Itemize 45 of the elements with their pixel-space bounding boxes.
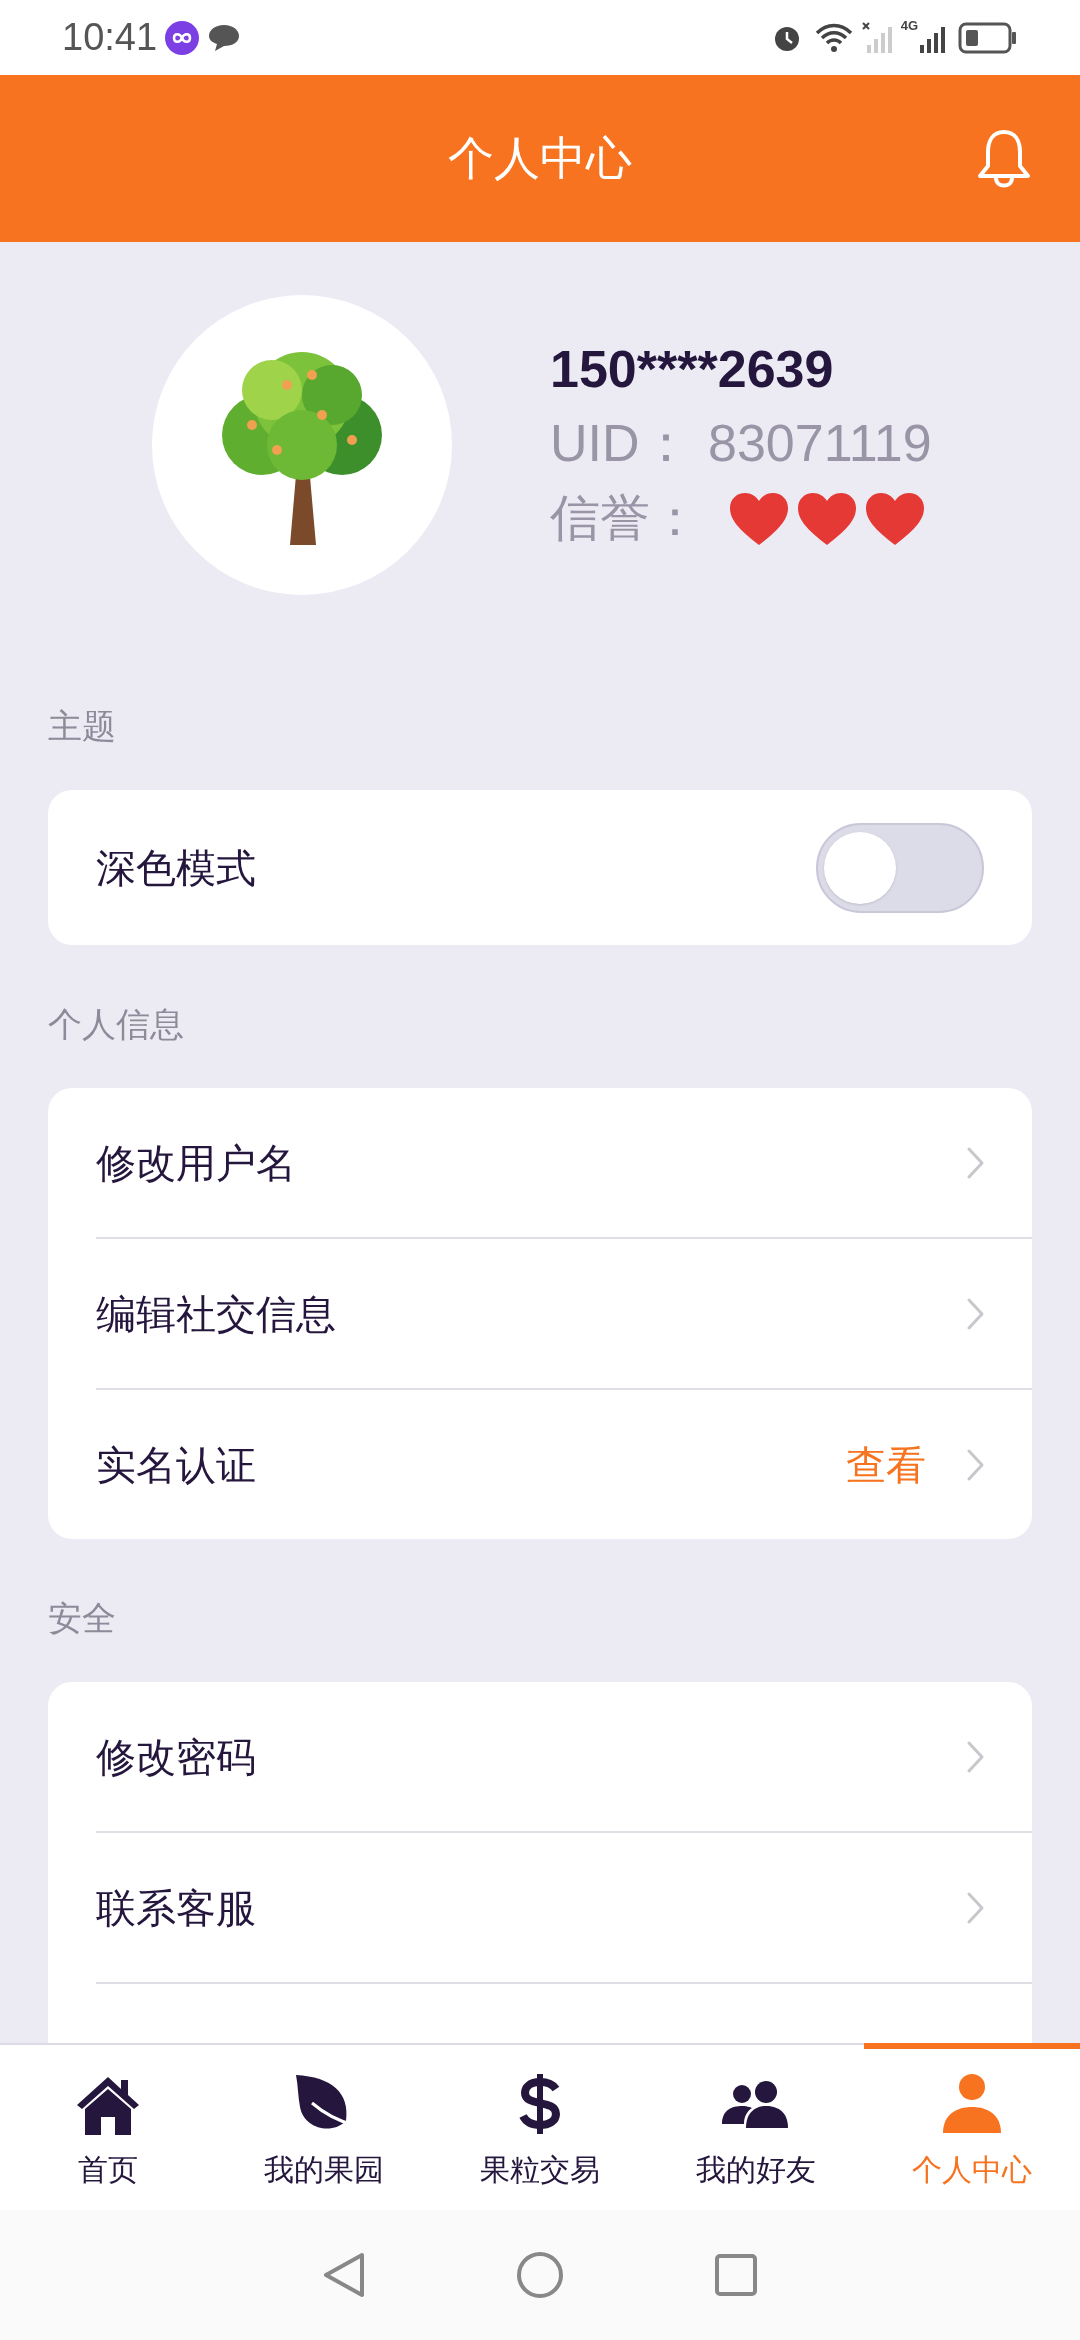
tab-item[interactable]: 果粒交易 — [432, 2043, 648, 2210]
heart-icon — [796, 490, 858, 547]
chevron-right-icon — [966, 1447, 986, 1482]
row-label: 编辑社交信息 — [96, 1290, 337, 1338]
battery-icon — [958, 21, 1018, 54]
chevron-right-icon — [966, 1739, 986, 1774]
phone-number: 150****2639 — [550, 339, 835, 400]
setting-label: 深色模式 — [96, 844, 257, 892]
heart-icon — [864, 490, 926, 547]
network-type: 4G — [900, 17, 918, 35]
message-icon — [207, 22, 242, 53]
uid-label: UID： — [550, 413, 693, 474]
section-title: 主题 — [48, 706, 116, 747]
credit-label: 信誉： — [550, 489, 701, 548]
user-icon — [942, 2073, 1002, 2135]
settings-row[interactable]: 修改密码 — [48, 1682, 1032, 1831]
back-icon[interactable] — [322, 2251, 366, 2299]
uid-value: 83071119 — [708, 413, 932, 474]
section-title: 个人信息 — [48, 1004, 184, 1045]
settings-row[interactable]: 实名认证 查看 — [48, 1390, 1032, 1539]
dollar-icon — [518, 2073, 562, 2135]
wifi-icon — [814, 22, 853, 53]
settings-row[interactable]: 编辑社交信息 — [48, 1239, 1032, 1388]
home-button-icon[interactable] — [516, 2251, 564, 2299]
section-title: 安全 — [48, 1598, 116, 1639]
row-label: 修改用户名 — [96, 1139, 297, 1187]
tab-item[interactable]: 我的果园 — [216, 2043, 432, 2210]
row-label: 联系客服 — [96, 1884, 257, 1932]
page-title: 个人中心 — [448, 131, 632, 186]
signal-icon — [860, 20, 893, 55]
chevron-right-icon — [966, 1145, 986, 1180]
row-value: 查看 — [846, 1441, 926, 1489]
tab-item[interactable]: 首页 — [0, 2043, 216, 2210]
chevron-right-icon — [966, 1890, 986, 1925]
recents-icon[interactable] — [714, 2253, 758, 2297]
settings-row[interactable]: 联系客服 — [48, 1833, 1032, 1982]
heart-icon — [728, 490, 790, 547]
row-label: 修改密码 — [96, 1733, 257, 1781]
app-notification-icon — [165, 20, 200, 55]
users-icon — [722, 2078, 790, 2130]
status-time: 10:41 — [62, 15, 158, 60]
row-label: 实名认证 — [96, 1441, 257, 1489]
chevron-right-icon — [966, 1296, 986, 1331]
tab-item[interactable]: 我的好友 — [648, 2043, 864, 2210]
settings-row[interactable]: 修改用户名 — [48, 1088, 1032, 1237]
